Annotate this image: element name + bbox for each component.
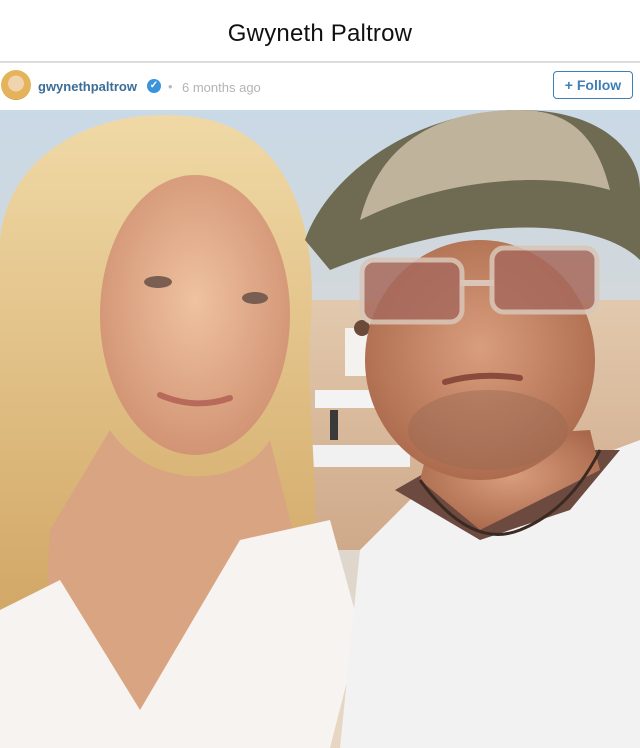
separator-dot: • <box>168 79 173 94</box>
page-title: Gwyneth Paltrow <box>227 20 413 47</box>
post-header: gwynethpaltrow ✓ • 6 months ago + Follow <box>0 63 640 111</box>
post-timestamp[interactable]: 6 months ago <box>182 80 261 95</box>
username-link[interactable]: gwynethpaltrow <box>38 79 137 94</box>
post-photo[interactable] <box>0 110 640 748</box>
avatar[interactable] <box>1 70 31 100</box>
follow-button[interactable]: + Follow <box>553 71 633 99</box>
page-header: Gwyneth Paltrow <box>0 0 640 62</box>
verified-badge-icon: ✓ <box>147 79 161 93</box>
